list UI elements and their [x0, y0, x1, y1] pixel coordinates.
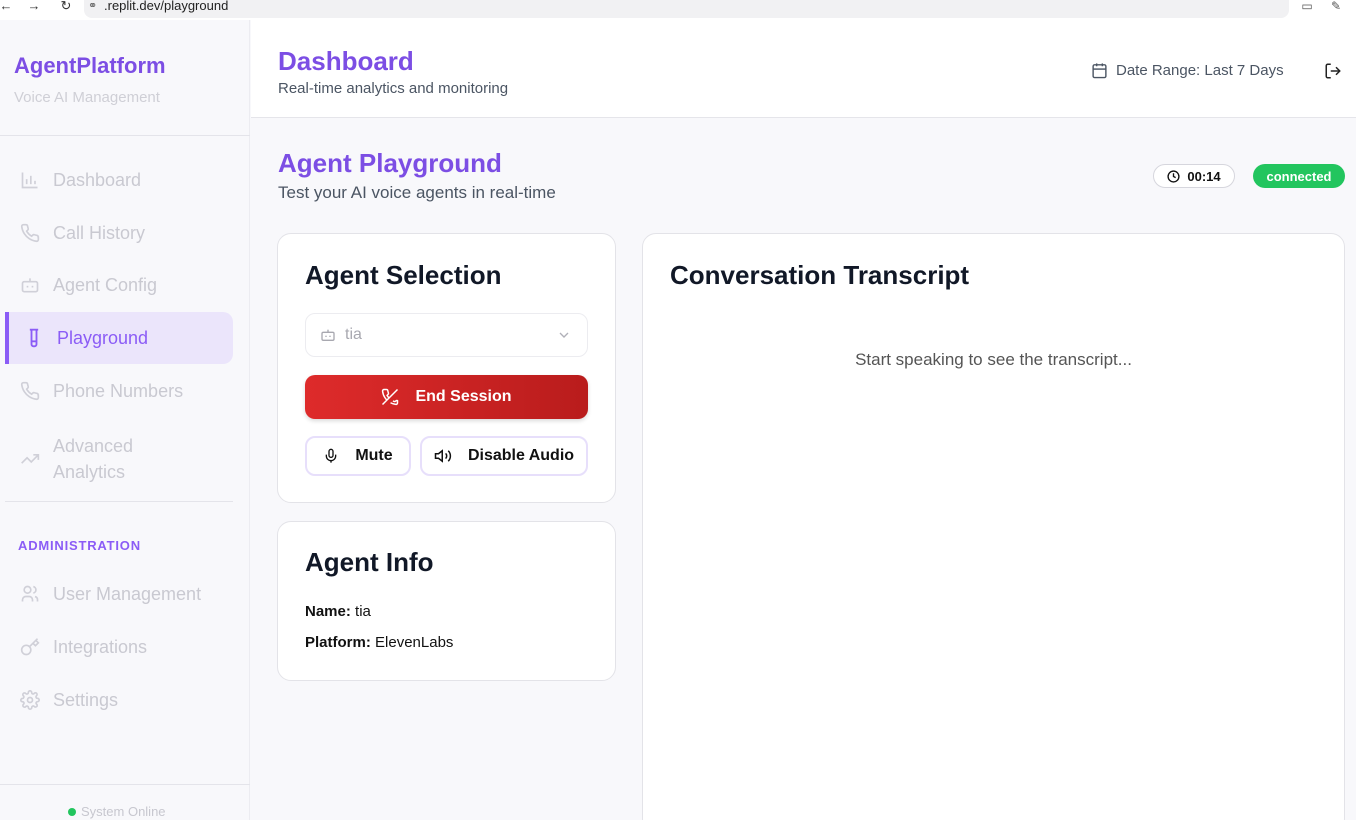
clock-icon	[1167, 169, 1180, 183]
address-bar-text: .replit.dev/playground	[104, 0, 229, 13]
date-range-button[interactable]: Date Range: Last 7 Days	[1091, 62, 1284, 79]
gear-icon	[19, 689, 41, 711]
bar-chart-icon	[19, 169, 41, 191]
agent-platform-line: Platform: ElevenLabs	[305, 634, 453, 651]
bot-icon	[19, 274, 41, 296]
sidebar-item-label: Phone Numbers	[53, 380, 184, 401]
agent-platform-value: ElevenLabs	[375, 634, 454, 651]
page-subtitle: Real-time analytics and monitoring	[278, 80, 509, 97]
sidebar-divider	[0, 784, 250, 785]
test-tube-icon	[23, 327, 45, 349]
sidebar-item-label: Advanced Analytics	[53, 436, 134, 482]
playground-subtitle: Test your AI voice agents in real-time	[278, 183, 556, 202]
devices-icon[interactable]: ▭	[1298, 0, 1316, 14]
sidebar-item-integrations[interactable]: Integrations	[5, 621, 233, 673]
sidebar-item-agent-config[interactable]: Agent Config	[5, 259, 233, 311]
address-bar[interactable]: ⚭ .replit.dev/playground	[84, 0, 1289, 18]
sidebar-item-label: Dashboard	[53, 169, 142, 190]
sidebar-item-user-management[interactable]: User Management	[5, 568, 233, 620]
transcript-title: Conversation Transcript	[670, 260, 970, 290]
agent-selection-card: Agent Selection tia End Session Mute Dis…	[277, 233, 616, 503]
system-status-label: System Online	[81, 804, 166, 819]
reload-icon[interactable]: ↻	[58, 0, 74, 14]
wrench-icon[interactable]: ✎	[1327, 0, 1345, 14]
brand-subtitle: Voice AI Management	[14, 89, 160, 106]
trending-up-icon	[19, 448, 41, 470]
mute-label: Mute	[355, 447, 393, 464]
status-dot-icon	[68, 807, 76, 816]
key-icon	[19, 636, 41, 658]
sidebar-item-advanced-analytics[interactable]: Advanced Analytics	[5, 431, 205, 487]
system-status: System Online	[68, 804, 166, 819]
phone-icon	[19, 222, 41, 244]
connection-status-badge: connected	[1253, 164, 1345, 188]
transcript-empty-state: Start speaking to see the transcript...	[855, 350, 1132, 369]
logout-icon[interactable]	[1323, 61, 1343, 81]
calendar-icon	[1091, 62, 1108, 79]
playground-title: Agent Playground	[278, 148, 502, 178]
sidebar-item-settings[interactable]: Settings	[5, 674, 233, 726]
users-icon	[19, 583, 41, 605]
sidebar-item-label: Settings	[53, 689, 119, 710]
sidebar-divider	[0, 135, 250, 136]
sidebar: AgentPlatform Voice AI Management Dashbo…	[0, 20, 250, 820]
sidebar-divider	[5, 501, 233, 502]
top-header: Dashboard Real-time analytics and monito…	[251, 20, 1356, 118]
sidebar-item-label: Integrations	[53, 636, 148, 657]
agent-select-dropdown[interactable]: tia	[305, 313, 588, 357]
section-label-administration: ADMINISTRATION	[18, 538, 141, 553]
agent-name-label: Name:	[305, 603, 351, 620]
sidebar-item-dashboard[interactable]: Dashboard	[5, 154, 233, 206]
forward-icon[interactable]: →	[26, 0, 42, 14]
disable-audio-label: Disable Audio	[467, 447, 575, 464]
sidebar-item-phone-numbers[interactable]: Phone Numbers	[5, 365, 233, 417]
browser-toolbar: ← → ↻ ⚭ .replit.dev/playground ▭ ✎	[0, 0, 1356, 20]
speaker-icon	[434, 447, 452, 465]
disable-audio-button[interactable]: Disable Audio	[420, 436, 588, 476]
agent-select-value: tia	[345, 326, 362, 343]
agent-info-card: Agent Info Name: tia Platform: ElevenLab…	[277, 521, 616, 681]
sidebar-item-label: Playground	[57, 327, 149, 348]
end-session-label: End Session	[415, 388, 512, 405]
phone-icon	[19, 380, 41, 402]
brand-title: AgentPlatform	[14, 53, 166, 78]
sidebar-item-label: Call History	[53, 222, 146, 243]
back-icon[interactable]: ←	[0, 0, 14, 14]
session-timer-value: 00:14	[1187, 168, 1221, 184]
agent-name-line: Name: tia	[305, 603, 371, 620]
sidebar-item-label: User Management	[53, 583, 202, 604]
sidebar-item-playground[interactable]: Playground	[5, 312, 233, 364]
link-icon: ⚭	[88, 0, 98, 12]
agent-name-value: tia	[355, 603, 371, 620]
mute-button[interactable]: Mute	[305, 436, 411, 476]
date-range-label: Date Range: Last 7 Days	[1116, 62, 1284, 79]
agent-platform-label: Platform:	[305, 634, 371, 651]
agent-info-title: Agent Info	[305, 547, 434, 577]
bot-icon	[320, 327, 336, 343]
transcript-card: Conversation Transcript Start speaking t…	[642, 233, 1345, 820]
microphone-icon	[323, 448, 339, 464]
chevron-down-icon	[556, 327, 572, 343]
sidebar-item-call-history[interactable]: Call History	[5, 207, 233, 259]
end-session-button[interactable]: End Session	[305, 375, 588, 419]
session-timer: 00:14	[1153, 164, 1235, 188]
page-title: Dashboard	[278, 46, 414, 76]
agent-selection-title: Agent Selection	[305, 260, 502, 290]
sidebar-item-label: Agent Config	[53, 274, 158, 295]
phone-off-icon	[381, 388, 399, 406]
